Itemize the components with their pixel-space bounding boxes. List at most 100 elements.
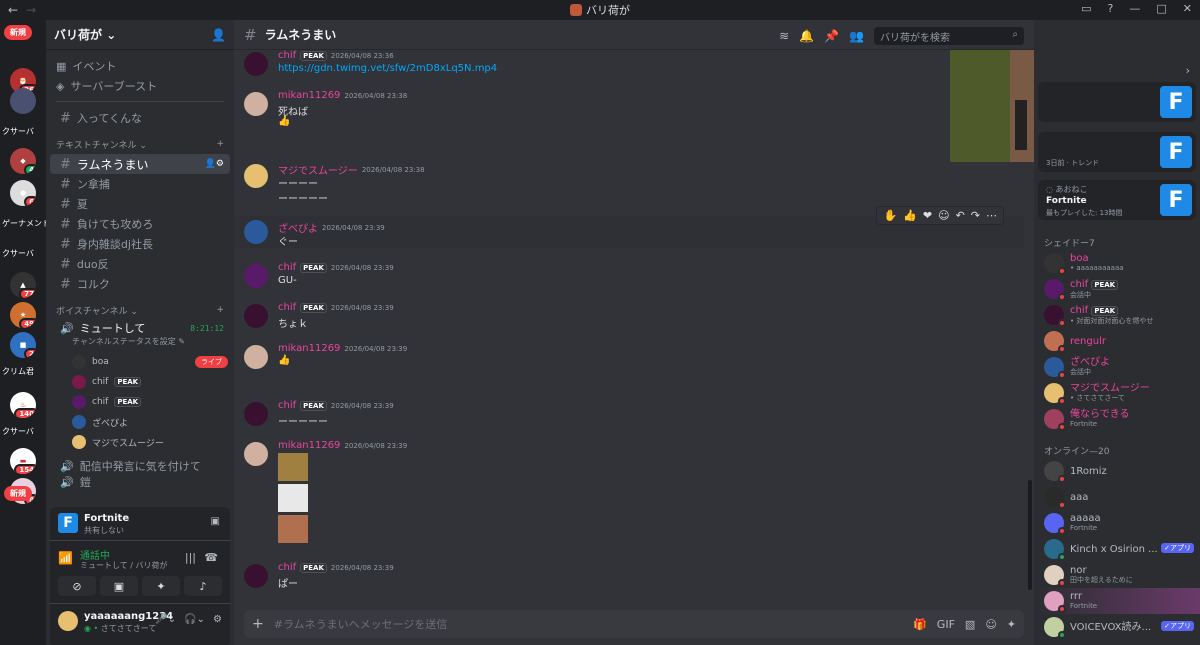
member-row[interactable]: VOICEVOX読み... ✓アプリ: [1034, 614, 1200, 640]
voice-user[interactable]: chif PEAK: [46, 372, 234, 392]
voice-user[interactable]: chif PEAK: [46, 392, 234, 412]
maximize-icon[interactable]: □: [1156, 2, 1166, 15]
voice-user[interactable]: マジでスムージー: [46, 432, 234, 452]
screen-share-icon[interactable]: ▣: [211, 516, 220, 527]
add-channel-icon[interactable]: +: [216, 305, 224, 315]
member-row[interactable]: nor 田中を超えるために: [1034, 562, 1200, 588]
back-arrow-icon[interactable]: ←: [8, 3, 26, 17]
member-row[interactable]: 1Romiz: [1034, 458, 1200, 484]
chevron-right-icon[interactable]: ›: [1186, 64, 1190, 77]
channel-item[interactable]: # 夏: [50, 194, 230, 214]
server-icon-9[interactable]: ■ 2: [10, 332, 36, 358]
avatar[interactable]: [244, 442, 268, 466]
reply-icon[interactable]: ↶: [956, 209, 965, 222]
channel-item[interactable]: # コルク: [50, 274, 230, 294]
server-icon-11[interactable]: ▬ 154: [10, 448, 36, 474]
settings-icon[interactable]: ⚙: [213, 614, 222, 625]
voice-status[interactable]: チャンネルステータスを設定 ✎: [46, 336, 234, 348]
member-row[interactable]: 俺ならできる Fortnite: [1034, 406, 1200, 432]
avatar[interactable]: [244, 402, 268, 426]
channel-active[interactable]: # ラムネうまい 👤⚙: [50, 154, 230, 174]
avatar[interactable]: [244, 52, 268, 76]
voice-channel[interactable]: 🔊 ミュートして 8:21:12: [50, 320, 230, 336]
message-author[interactable]: mikan11269: [278, 343, 340, 354]
headphones-icon[interactable]: 🎧⌄: [184, 614, 205, 625]
activity-panel[interactable]: F Fortnite 共有しない ▣ 📶 通話中 ミュートして / バリ荷が |…: [50, 507, 230, 645]
nav-boost[interactable]: ◈ サーバーブースト: [46, 76, 234, 96]
avatar[interactable]: [244, 264, 268, 288]
server-label-2[interactable]: ゲーナメント: [2, 218, 46, 229]
camera-off-button[interactable]: ⊘: [58, 576, 96, 596]
plus-icon[interactable]: +: [252, 616, 264, 632]
category-voice[interactable]: ボイスチャンネル ⌄ +: [46, 300, 234, 320]
pin-icon[interactable]: 📌: [824, 29, 839, 43]
category-text[interactable]: テキストチャンネル ⌄ +: [46, 134, 234, 154]
server-label-4[interactable]: クサーバ: [2, 426, 34, 437]
voice-user[interactable]: boa ライブ: [46, 352, 234, 372]
server-label-1[interactable]: クサーバ: [2, 126, 34, 137]
message-author[interactable]: chif: [278, 400, 296, 411]
help-icon[interactable]: ?: [1108, 2, 1114, 15]
member-row[interactable]: Kinch x Osirion ... ✓アプリ: [1034, 536, 1200, 562]
voice-user[interactable]: ざべぴよ: [46, 412, 234, 432]
guild-header[interactable]: バリ荷が ⌄ 👤: [46, 20, 234, 50]
avatar[interactable]: [244, 220, 268, 244]
screen-share-button[interactable]: ▣: [100, 576, 138, 596]
server-icon-8[interactable]: ★ 49: [10, 302, 36, 328]
avatar[interactable]: [244, 304, 268, 328]
activity-card[interactable]: F 3日前 · トレンド: [1038, 132, 1196, 172]
message-author[interactable]: chif: [278, 302, 296, 313]
server-icon-7[interactable]: ▲ 77: [10, 272, 36, 298]
member-row[interactable]: マジでスムージー • さてさてさーて: [1034, 380, 1200, 406]
gift-icon[interactable]: 🎁: [913, 618, 927, 631]
threads-icon[interactable]: ≋: [779, 29, 789, 43]
message-author[interactable]: chif: [278, 262, 296, 273]
message-author[interactable]: chif: [278, 50, 296, 61]
member-row[interactable]: aaa: [1034, 484, 1200, 510]
message-composer[interactable]: + #ラムネうまいへメッセージを送信 🎁 GIF ▧ ☺ ✦: [244, 610, 1024, 638]
add-channel-icon[interactable]: +: [216, 139, 224, 149]
thumbs-reaction-icon[interactable]: 👍: [903, 209, 917, 222]
activities-button[interactable]: ✦: [142, 576, 180, 596]
member-row[interactable]: aaaaa Fortnite: [1034, 510, 1200, 536]
channel-item[interactable]: # duo反: [50, 254, 230, 274]
close-icon[interactable]: ✕: [1183, 2, 1192, 15]
sticker-icon[interactable]: ▧: [965, 618, 975, 631]
member-row[interactable]: rrr Fortnite: [1034, 588, 1200, 614]
avatar[interactable]: [244, 92, 268, 116]
soundboard-button[interactable]: ♪: [184, 576, 222, 596]
nav-events[interactable]: ▦ イベント: [46, 56, 234, 76]
forward-arrow-icon[interactable]: →: [26, 3, 44, 17]
channel-top[interactable]: # 入ってくんな: [50, 108, 230, 128]
message-author[interactable]: chif: [278, 562, 296, 573]
server-icon-6[interactable]: ● 6: [10, 180, 36, 206]
wave-reaction-icon[interactable]: ✋: [883, 209, 897, 222]
activity-card[interactable]: F ◌ あおねこ Fortnite 最もプレイした: 13時間: [1038, 180, 1196, 220]
server-icon-10[interactable]: ♨ 140: [10, 392, 36, 418]
more-icon[interactable]: ⋯: [986, 209, 997, 222]
forward-icon[interactable]: ↷: [971, 209, 980, 222]
emoji-icon[interactable]: ☺: [938, 209, 949, 222]
apps-icon[interactable]: ✦: [1007, 618, 1016, 631]
channel-item[interactable]: # 負けても攻めろ: [50, 214, 230, 234]
avatar[interactable]: [244, 345, 268, 369]
gif-icon[interactable]: GIF: [937, 618, 955, 631]
message-link[interactable]: https://gdn.twimg.vet/sfw/2mD8xLq5N.mp4: [278, 63, 497, 74]
message-author[interactable]: mikan11269: [278, 440, 340, 451]
image-attachment[interactable]: [278, 453, 308, 481]
disconnect-icon[interactable]: ☎: [204, 551, 218, 564]
image-attachment[interactable]: [278, 515, 308, 543]
user-avatar[interactable]: [58, 611, 78, 631]
inbox-icon[interactable]: ▭: [1081, 2, 1091, 15]
scrollbar[interactable]: [1028, 480, 1032, 590]
settings-icon[interactable]: 👤⚙: [205, 159, 224, 169]
server-icon-5[interactable]: ◆ 4: [10, 148, 36, 174]
channel-item[interactable]: # ン拿捕: [50, 174, 230, 194]
message-author[interactable]: mikan11269: [278, 90, 340, 101]
avatar[interactable]: [244, 564, 268, 588]
member-row[interactable]: rengulr: [1034, 328, 1200, 354]
member-row[interactable]: boa • aaaaaaaaaaa: [1034, 250, 1200, 276]
nav-arrows[interactable]: ←→: [8, 3, 44, 17]
member-row[interactable]: chif PEAK • 対面対面対面心を燃やせ: [1034, 302, 1200, 328]
member-row[interactable]: chif PEAK 会話中: [1034, 276, 1200, 302]
